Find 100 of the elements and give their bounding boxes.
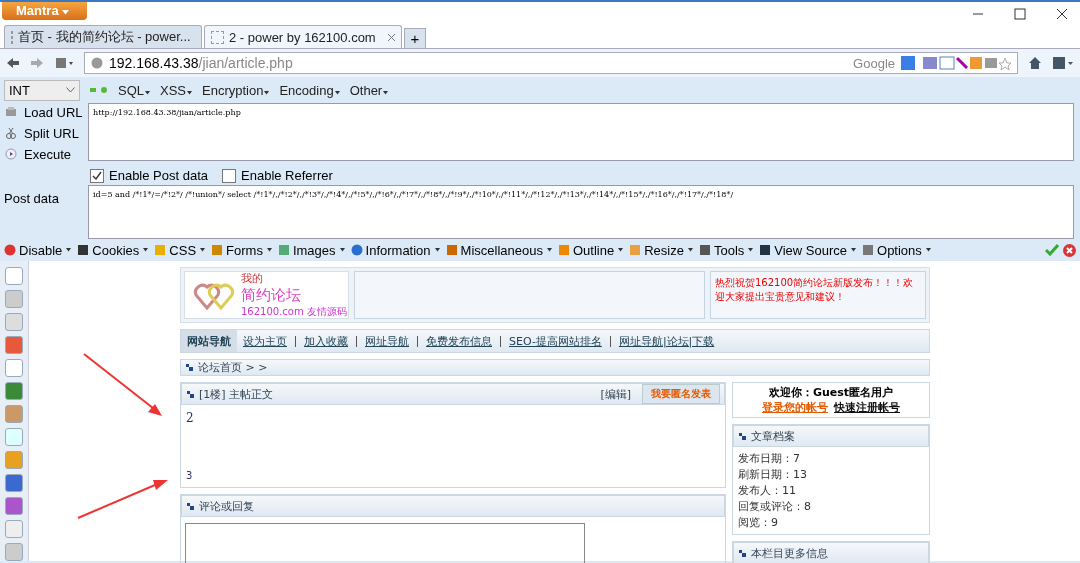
resize-icon <box>629 244 642 256</box>
back-icon[interactable] <box>6 57 20 69</box>
menu-button[interactable]: Encoding <box>279 82 340 98</box>
nav-link[interactable]: 网站导航 <box>181 330 237 352</box>
toolbar-button[interactable]: Resize <box>629 242 693 258</box>
toolbar-button[interactable]: Disable <box>4 242 72 258</box>
close-icon[interactable] <box>1056 8 1068 20</box>
nav-link[interactable]: 网址导航|论坛|下载 <box>612 333 721 349</box>
toolbar-button[interactable]: Images <box>277 242 345 258</box>
welcome-text: 欢迎你：Guest匿名用户 <box>768 385 894 400</box>
archive-line: 回复或评论：8 <box>738 499 812 514</box>
maximize-icon[interactable] <box>1014 8 1026 20</box>
menu-button[interactable]: Encryption <box>202 82 270 98</box>
caret-icon <box>264 90 270 95</box>
tools-icon <box>698 244 711 256</box>
caret-icon <box>339 248 345 252</box>
address-bar[interactable]: 192.168.43.38/jian/article.php Google <box>84 52 1018 74</box>
add-on-icon[interactable] <box>5 451 23 469</box>
action-button[interactable]: Execute <box>4 145 84 163</box>
add-on-icon[interactable] <box>5 428 23 446</box>
caret-icon <box>66 248 72 252</box>
misc-icon <box>445 244 458 256</box>
outline-icon <box>557 244 570 256</box>
login-link[interactable]: 登录您的帐号 <box>762 400 828 415</box>
edit-link[interactable]: [编辑] <box>600 386 631 402</box>
caret-icon <box>62 10 70 15</box>
forward-icon[interactable] <box>30 57 44 69</box>
archive-line: 刷新日期：13 <box>738 467 808 482</box>
nav-link[interactable]: 设为主页 <box>237 333 293 349</box>
source-icon <box>759 244 772 256</box>
toolbar-button[interactable]: Cookies <box>77 242 149 258</box>
toolbar-button[interactable]: CSS <box>154 242 206 258</box>
checkbox[interactable] <box>222 168 237 183</box>
browser-tab[interactable]: 2 - power by 162100.com <box>204 25 402 48</box>
chevron-down-icon <box>66 87 75 93</box>
register-link[interactable]: 快速注册帐号 <box>834 400 900 415</box>
cookies-icon <box>77 244 90 256</box>
add-on-icon[interactable] <box>5 474 23 492</box>
load-icon <box>4 105 18 119</box>
toolbar-button[interactable]: Tools <box>698 242 754 258</box>
toolbar-button[interactable]: Information <box>350 242 440 258</box>
add-on-icon[interactable] <box>5 359 23 377</box>
options-icon <box>862 244 875 256</box>
nav-link[interactable]: 网址导航 <box>359 333 415 349</box>
add-on-icon[interactable] <box>5 267 23 285</box>
checkbox[interactable] <box>90 168 104 183</box>
caret-icon <box>434 248 440 252</box>
menu-button[interactable]: SQL <box>118 82 150 98</box>
nav-link[interactable]: 加入收藏 <box>298 333 354 349</box>
browser-tab[interactable]: 首页 - 我的简约论坛 - power... <box>4 25 202 48</box>
grid-icon[interactable] <box>54 57 74 69</box>
action-button[interactable]: Split URL <box>4 124 84 142</box>
post-data-field[interactable]: id=5 and /*!1*/=/*!2*/ /*!union*/ select /*!1*/,/*!2*/,/*!3*/,/*!4*/,/*!5*/,/*!6*/,/*!7*/,/*!8*/,/*!9*/,/*!10*/,/*!11*/,/*!12*/,/*!13*/,/*!14*/,/*!15*/,/*!16*/,/*!17*/,/*!18*/ <box>88 185 1074 239</box>
add-on-icon[interactable] <box>5 313 23 331</box>
add-on-icon[interactable] <box>5 382 23 400</box>
more-info-title: 本栏目更多信息 <box>751 545 828 561</box>
mode-select[interactable]: INT <box>4 79 80 101</box>
split-icon <box>4 126 18 140</box>
bullet-icon <box>739 432 746 440</box>
action-button[interactable]: Load URL <box>4 103 84 121</box>
logo-title: 简约论坛 <box>241 286 302 305</box>
menu-button[interactable]: Other <box>349 82 389 98</box>
add-on-icon[interactable] <box>5 543 23 561</box>
forum-logo[interactable]: 我的 简约论坛 162100.com 友情源码 <box>184 271 349 319</box>
bullet-icon <box>739 549 746 557</box>
check-icon[interactable] <box>1045 243 1059 256</box>
add-on-icon[interactable] <box>5 497 23 515</box>
forms-icon <box>211 244 224 256</box>
nav-link[interactable]: SEO-提高网站排名 <box>503 333 608 349</box>
toolbar-button[interactable]: View Source <box>759 242 857 258</box>
caret-icon <box>748 248 754 252</box>
home-icon[interactable] <box>1028 56 1042 70</box>
breadcrumb[interactable]: 论坛首页 > > <box>198 360 268 375</box>
post-title: [1楼] 主帖正文 <box>199 386 274 402</box>
toolbar-button[interactable]: Options <box>862 242 931 258</box>
notice-text: 热烈祝贺162100简约论坛新版发布！！！欢迎大家提出宝贵意见和建议！ <box>710 271 926 319</box>
add-on-icon[interactable] <box>5 290 23 308</box>
toolbar-button[interactable]: Outline <box>557 242 624 258</box>
disable-icon <box>4 244 16 256</box>
css-icon <box>154 244 167 256</box>
caret-icon <box>334 90 340 95</box>
bullet-icon <box>187 390 194 398</box>
caret-icon <box>546 248 552 252</box>
toolbar-button[interactable]: Forms <box>211 242 272 258</box>
caret-icon <box>925 248 931 252</box>
caret-icon <box>200 248 206 252</box>
nav-link[interactable]: 免费发布信息 <box>420 333 498 349</box>
add-on-icon[interactable] <box>5 405 23 423</box>
toolbar-button[interactable]: Miscellaneous <box>445 242 552 258</box>
menu-button[interactable]: XSS <box>160 82 193 98</box>
url-field[interactable]: http://192.168.43.38/jian/article.php <box>88 103 1074 161</box>
add-on-icon[interactable] <box>5 520 23 538</box>
add-on-icon[interactable] <box>5 336 23 354</box>
archive-line: 发布日期：7 <box>738 451 801 466</box>
bookmark-icon[interactable] <box>1052 56 1074 70</box>
bullet-icon <box>187 502 194 510</box>
checkbox-label: Enable Referrer <box>241 168 333 183</box>
post-data-label: Post data <box>4 190 60 208</box>
bullet-icon <box>186 364 193 371</box>
new-tab-button[interactable]: + <box>404 28 426 48</box>
